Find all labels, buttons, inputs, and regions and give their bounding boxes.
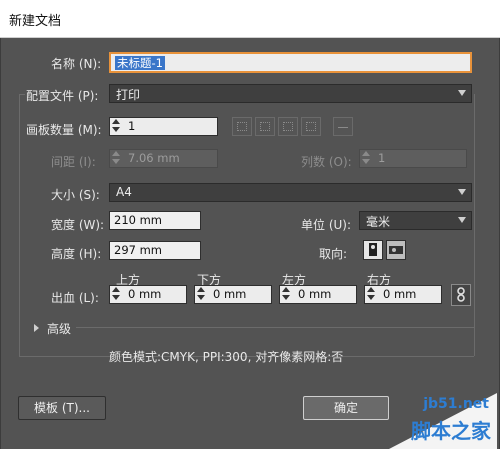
- watermark: jb51.net 脚本之家: [349, 393, 497, 449]
- stepper-down-icon[interactable]: [197, 295, 205, 300]
- stepper-down-icon[interactable]: [112, 295, 120, 300]
- stepper-up-icon[interactable]: [112, 119, 120, 124]
- profile-group-border-right: [474, 94, 475, 356]
- new-document-dialog: 名称 (N): 未标题-1 配置文件 (P): 打印 画板数量 (M): 1 间…: [0, 38, 500, 449]
- stepper-down-icon[interactable]: [112, 127, 120, 132]
- arrange-by-column-icon[interactable]: [301, 117, 321, 136]
- artboards-label: 画板数量 (M):: [26, 123, 102, 137]
- stepper-down-icon[interactable]: [362, 159, 370, 164]
- landscape-icon[interactable]: [386, 240, 406, 260]
- profile-value: 打印: [116, 88, 141, 102]
- advanced-divider: [76, 327, 474, 328]
- bleed-top-stepper[interactable]: 0 mm: [109, 285, 187, 304]
- spacing-label: 间距 (I):: [51, 155, 96, 169]
- title-bar: 新建文档: [0, 0, 500, 38]
- units-label: 单位 (U):: [301, 218, 352, 232]
- watermark-name: 脚本之家: [411, 419, 491, 443]
- stepper-up-icon[interactable]: [112, 287, 120, 292]
- chevron-down-icon: [458, 90, 466, 96]
- height-label: 高度 (H):: [51, 247, 102, 261]
- profile-select[interactable]: 打印: [109, 84, 472, 103]
- units-value: 毫米: [366, 215, 391, 229]
- orientation-label: 取向:: [319, 247, 348, 261]
- artboards-stepper[interactable]: 1: [109, 117, 218, 136]
- link-chain-icon[interactable]: [451, 284, 471, 306]
- units-select[interactable]: 毫米: [359, 211, 472, 230]
- name-label: 名称 (N):: [51, 57, 102, 71]
- watermark-site: jb51.net: [423, 396, 489, 412]
- width-value: 210 mm: [114, 213, 163, 227]
- bleed-bottom-value: 0 mm: [213, 287, 247, 301]
- name-input[interactable]: 未标题-1: [109, 52, 472, 73]
- change-to-rtl-icon[interactable]: [333, 117, 353, 136]
- stepper-down-icon[interactable]: [112, 159, 120, 164]
- artboards-value: 1: [128, 119, 136, 133]
- chevron-down-icon: [458, 217, 466, 223]
- height-input[interactable]: 297 mm: [109, 241, 201, 260]
- profile-label: 配置文件 (P):: [26, 87, 103, 104]
- profile-group-border-left: [19, 94, 20, 356]
- columns-stepper[interactable]: 1: [359, 149, 467, 168]
- stepper-down-icon[interactable]: [282, 295, 290, 300]
- bleed-label: 出血 (L):: [51, 291, 99, 305]
- width-input[interactable]: 210 mm: [109, 211, 201, 230]
- bleed-left-value: 0 mm: [298, 287, 332, 301]
- columns-label: 列数 (O):: [301, 155, 352, 169]
- columns-value: 1: [378, 151, 386, 165]
- bleed-right-value: 0 mm: [383, 287, 417, 301]
- chevron-down-icon: [458, 189, 466, 195]
- bleed-top-value: 0 mm: [128, 287, 162, 301]
- arrange-grid-by-column-icon[interactable]: [255, 117, 275, 136]
- stepper-up-icon[interactable]: [197, 287, 205, 292]
- arrange-grid-by-row-icon[interactable]: [232, 117, 252, 136]
- template-button[interactable]: 模板 (T)...: [18, 396, 106, 420]
- advanced-toggle[interactable]: 高级: [47, 320, 71, 337]
- spacing-value: 7.06 mm: [128, 151, 180, 165]
- name-value: 未标题-1: [115, 56, 165, 70]
- size-select[interactable]: A4: [109, 183, 472, 202]
- stepper-down-icon[interactable]: [367, 295, 375, 300]
- arrange-by-row-icon[interactable]: [278, 117, 298, 136]
- portrait-icon[interactable]: [363, 240, 383, 260]
- height-value: 297 mm: [114, 243, 163, 257]
- size-value: A4: [116, 185, 132, 199]
- stepper-up-icon[interactable]: [362, 151, 370, 156]
- size-label: 大小 (S):: [51, 188, 100, 202]
- stepper-up-icon[interactable]: [282, 287, 290, 292]
- width-label: 宽度 (W):: [51, 218, 105, 232]
- expand-triangle-icon[interactable]: [34, 324, 39, 332]
- bleed-right-stepper[interactable]: 0 mm: [364, 285, 442, 304]
- document-summary: 颜色模式:CMYK, PPI:300, 对齐像素网格:否: [109, 350, 344, 364]
- stepper-up-icon[interactable]: [112, 151, 120, 156]
- stepper-up-icon[interactable]: [367, 287, 375, 292]
- window-title: 新建文档: [9, 14, 62, 29]
- bleed-left-stepper[interactable]: 0 mm: [279, 285, 357, 304]
- spacing-stepper[interactable]: 7.06 mm: [109, 149, 218, 168]
- bleed-bottom-stepper[interactable]: 0 mm: [194, 285, 272, 304]
